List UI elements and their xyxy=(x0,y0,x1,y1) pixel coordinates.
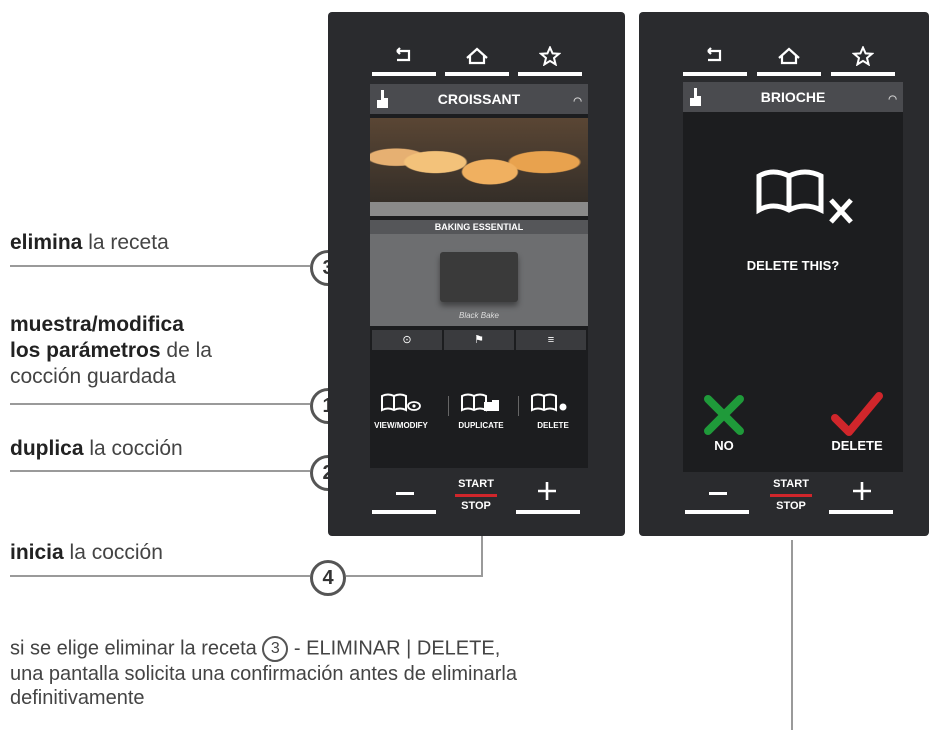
delete-confirm-button[interactable]: DELETE xyxy=(817,438,897,453)
plus-bar xyxy=(829,510,893,514)
callout-4: 4 xyxy=(310,560,346,596)
annotation-view: muestra/modifica los parámetros de la co… xyxy=(10,312,212,390)
annotation-delete: elimina la receta xyxy=(10,230,169,256)
separator xyxy=(518,396,519,416)
recipe-title: BRIOCHE xyxy=(760,89,826,105)
start-button[interactable]: START xyxy=(766,478,816,490)
view-modify-label: VIEW/MODIFY xyxy=(374,421,428,430)
leader-line-confirm xyxy=(791,540,793,730)
favorite-button[interactable] xyxy=(518,44,582,76)
wifi-icon: ◠ xyxy=(888,94,897,105)
right-screen: BRIOCHE ◠ DELETE THIS? NO DELETE xyxy=(683,82,903,472)
leader-line-view xyxy=(10,403,310,405)
delete-label: DELETE xyxy=(537,421,569,430)
minus-bar xyxy=(685,510,749,514)
annotation-start: inicia la cocción xyxy=(10,540,163,566)
hand-icon xyxy=(377,90,388,108)
annotation-delete-text: la receta xyxy=(82,231,169,254)
footnote: si se elige eliminar la receta 3 - ELIMI… xyxy=(10,636,730,710)
home-button[interactable] xyxy=(445,44,509,76)
leader-line-start-right xyxy=(346,575,483,577)
x-cross-icon[interactable] xyxy=(703,394,745,436)
back-button[interactable] xyxy=(372,44,436,76)
favorite-button[interactable] xyxy=(831,44,895,76)
delete-prompt: DELETE THIS? xyxy=(746,258,840,273)
footnote-line2: una pantalla solicita una confirmación a… xyxy=(10,663,517,685)
right-control-bar: START STOP xyxy=(639,472,929,536)
duplicate-label: DUPLICATE xyxy=(458,421,504,430)
annotation-view-text: de la xyxy=(160,339,212,362)
start-stop-divider xyxy=(455,494,497,497)
footnote-part1: si se elige eliminar la receta xyxy=(10,637,257,660)
leader-line-start xyxy=(10,575,310,577)
annotation-duplicate-text: la cocción xyxy=(83,437,183,460)
section-label: BAKING ESSENTIAL xyxy=(370,220,588,234)
stop-button[interactable]: STOP xyxy=(451,500,501,512)
view-modify-button[interactable] xyxy=(380,392,422,419)
recipe-header: CROISSANT ◠ xyxy=(370,84,588,114)
home-button[interactable] xyxy=(757,44,821,76)
annotation-view-line3: cocción guardada xyxy=(10,365,176,388)
book-delete-icon xyxy=(756,169,853,224)
footnote-part2: - ELIMINAR | DELETE, xyxy=(288,637,501,660)
parameter-icon-row: ⊙ ⚑ ≡ xyxy=(370,330,588,350)
leader-line-delete xyxy=(10,265,310,267)
annotation-start-bold: inicia xyxy=(10,541,64,564)
recipe-photo xyxy=(370,118,588,216)
right-device-panel: BRIOCHE ◠ DELETE THIS? NO DELETE START S… xyxy=(639,12,929,536)
wifi-icon: ◠ xyxy=(573,96,582,107)
plus-icon[interactable] xyxy=(851,480,873,502)
left-screen: CROISSANT ◠ BAKING ESSENTIAL Black Bake … xyxy=(370,84,588,468)
start-button[interactable]: START xyxy=(451,478,501,490)
tray-logo: Black Bake xyxy=(458,311,500,320)
left-device-panel: CROISSANT ◠ BAKING ESSENTIAL Black Bake … xyxy=(328,12,625,536)
star-icon xyxy=(851,45,875,67)
book-eye-icon xyxy=(381,393,421,412)
recipe-title: CROISSANT xyxy=(437,91,521,107)
book-duplicate-icon xyxy=(461,393,499,412)
back-button[interactable] xyxy=(683,44,747,76)
star-icon xyxy=(538,45,562,67)
book-delete-icon xyxy=(531,393,567,412)
plus-bar xyxy=(516,510,580,514)
steam-icon[interactable]: ≡ xyxy=(516,330,586,350)
hand-icon xyxy=(690,88,701,106)
footnote-line3: definitivamente xyxy=(10,687,145,709)
delete-button[interactable] xyxy=(530,392,572,419)
home-icon xyxy=(466,47,488,65)
flag-icon[interactable]: ⚑ xyxy=(444,330,514,350)
baking-tray-image: Black Bake xyxy=(370,234,588,326)
recipe-header: BRIOCHE ◠ xyxy=(683,82,903,112)
back-icon xyxy=(396,47,411,62)
annotation-delete-bold: elimina xyxy=(10,231,83,254)
annotation-duplicate-bold: duplica xyxy=(10,437,84,460)
minus-icon[interactable] xyxy=(709,492,727,495)
checkmark-icon[interactable] xyxy=(831,392,883,438)
home-icon xyxy=(778,47,800,65)
leader-line-duplicate xyxy=(10,470,310,472)
plus-icon[interactable] xyxy=(536,480,558,502)
left-control-bar: START STOP xyxy=(328,468,625,536)
annotation-start-text: la cocción xyxy=(63,541,163,564)
annotation-view-bold-1: muestra/modifica xyxy=(10,313,184,336)
stop-button[interactable]: STOP xyxy=(766,500,816,512)
separator xyxy=(448,396,449,416)
back-icon xyxy=(707,47,722,62)
annotation-duplicate: duplica la cocción xyxy=(10,436,183,462)
duplicate-button[interactable] xyxy=(460,392,502,419)
no-button[interactable]: NO xyxy=(703,438,745,453)
probe-icon[interactable]: ⊙ xyxy=(372,330,442,350)
footnote-callout-3: 3 xyxy=(262,636,289,662)
start-stop-divider xyxy=(770,494,812,497)
minus-icon[interactable] xyxy=(396,492,414,495)
annotation-view-bold-2: los parámetros xyxy=(10,339,161,362)
minus-bar xyxy=(372,510,436,514)
